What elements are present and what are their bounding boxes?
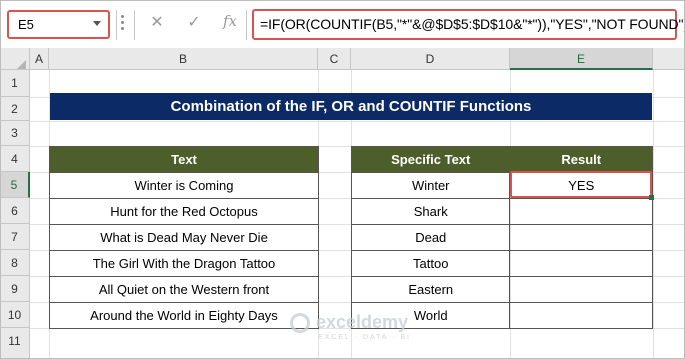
- text-cell[interactable]: All Quiet on the Western front: [49, 276, 319, 303]
- result-cell[interactable]: [509, 302, 653, 329]
- row-header-2[interactable]: 2: [0, 97, 30, 121]
- text-cell[interactable]: Around the World in Eighty Days: [49, 302, 319, 329]
- fill-handle[interactable]: [649, 195, 654, 200]
- row-header-10[interactable]: 10: [0, 302, 30, 328]
- specific-text-header[interactable]: Specific Text: [350, 146, 511, 173]
- text-header[interactable]: Text: [49, 146, 319, 173]
- column-header-c[interactable]: C: [318, 48, 351, 70]
- name-box-value: E5: [18, 17, 34, 32]
- specific-text-cell[interactable]: Dead: [350, 224, 511, 251]
- result-cell[interactable]: [509, 250, 653, 277]
- column-header-a[interactable]: A: [30, 48, 49, 70]
- formula-text: =IF(OR(COUNTIF(B5,"*"&@$D$5:$D$10&"*")),…: [260, 16, 685, 32]
- selected-cell-highlight: [510, 171, 652, 198]
- row-header-11[interactable]: 11: [0, 328, 30, 359]
- select-all-icon: [17, 60, 26, 69]
- row-header-9[interactable]: 9: [0, 276, 30, 302]
- separator: [134, 10, 135, 40]
- cancel-icon[interactable]: ✕: [146, 12, 168, 32]
- gridline: [653, 70, 654, 359]
- watermark-tagline: EXCEL · DATA · BI: [318, 334, 411, 341]
- result-cell[interactable]: [509, 276, 653, 303]
- result-cell[interactable]: [509, 198, 653, 225]
- row-header-5[interactable]: 5: [0, 172, 30, 198]
- page-title: Combination of the IF, OR and COUNTIF Fu…: [50, 93, 652, 120]
- row-header-3[interactable]: 3: [0, 121, 30, 146]
- result-cell[interactable]: [509, 224, 653, 251]
- row-header-4[interactable]: 4: [0, 146, 30, 172]
- row-header-8[interactable]: 8: [0, 250, 30, 276]
- column-header-d[interactable]: D: [351, 48, 510, 70]
- row-header-7[interactable]: 7: [0, 224, 30, 250]
- enter-icon[interactable]: ✓: [183, 12, 205, 32]
- watermark-name: exceldemy: [316, 312, 409, 332]
- text-cell[interactable]: What is Dead May Never Die: [49, 224, 319, 251]
- exceldemy-logo-icon: [290, 313, 310, 333]
- separator: [246, 10, 247, 40]
- separator: [116, 10, 117, 40]
- row-header-1[interactable]: 1: [0, 70, 30, 97]
- text-table: Text Winter is Coming Hunt for the Red O…: [49, 146, 319, 329]
- column-header-f[interactable]: [653, 48, 685, 70]
- specific-text-cell[interactable]: Tattoo: [350, 250, 511, 277]
- insert-function-icon[interactable]: fx: [219, 12, 241, 30]
- specific-text-cell[interactable]: Shark: [350, 198, 511, 225]
- formula-input[interactable]: =IF(OR(COUNTIF(B5,"*"&@$D$5:$D$10&"*")),…: [252, 9, 685, 40]
- name-box[interactable]: E5: [7, 10, 110, 39]
- column-header-b[interactable]: B: [49, 48, 318, 70]
- chevron-down-icon[interactable]: [93, 21, 101, 26]
- column-header-e[interactable]: E: [510, 48, 653, 70]
- text-cell[interactable]: Winter is Coming: [49, 172, 319, 199]
- drag-handle-icon[interactable]: [121, 15, 125, 35]
- text-cell[interactable]: Hunt for the Red Octopus: [49, 198, 319, 225]
- text-cell[interactable]: The Girl With the Dragon Tattoo: [49, 250, 319, 277]
- result-header[interactable]: Result: [509, 146, 653, 173]
- specific-text-cell[interactable]: Eastern: [350, 276, 511, 303]
- specific-text-cell[interactable]: Winter: [350, 172, 511, 199]
- gridline: [30, 121, 685, 122]
- row-header-6[interactable]: 6: [0, 198, 30, 224]
